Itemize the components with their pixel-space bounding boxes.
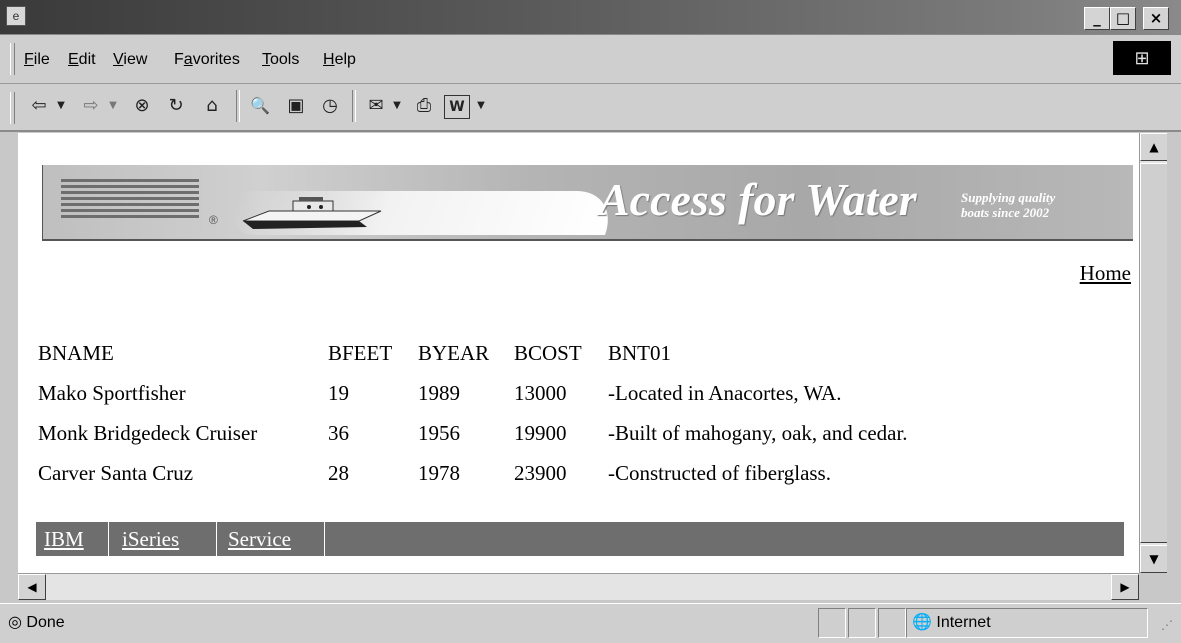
history-icon[interactable]: ◷ — [316, 92, 344, 120]
home-icon[interactable]: ⌂ — [198, 92, 226, 120]
table-cell: 19900 — [514, 420, 567, 445]
table-cell: 23900 — [514, 460, 567, 485]
scroll-left-icon[interactable]: ◀ — [18, 574, 46, 600]
toolbar-grip — [10, 92, 15, 124]
ie-page-icon: e — [6, 6, 26, 26]
menu-grip — [10, 43, 15, 75]
footer-separator — [108, 522, 109, 556]
table-cell: 1956 — [418, 420, 460, 445]
table-cell: -Built of mahogany, oak, and cedar. — [608, 420, 908, 445]
stop-icon[interactable]: ⊗ — [128, 92, 156, 120]
back-dropdown-icon[interactable]: ▼ — [54, 92, 68, 120]
table-cell: 19 — [328, 380, 349, 405]
title-bar: e _ □ × — [0, 0, 1181, 35]
header-banner: ® Access for Water Supplying quality boa… — [42, 165, 1133, 241]
footer-nav-bar: IBM iSeries Service — [36, 522, 1124, 556]
menu-help[interactable]: Help — [323, 51, 356, 69]
page-status-icon: ◎ — [8, 614, 22, 631]
menu-bar: File Edit View Favorites Tools Help ⊞ — [0, 35, 1181, 84]
status-cell — [878, 608, 906, 638]
windows-logo-icon: ⊞ — [1113, 41, 1171, 75]
boats-table: BNAME BFEET BYEAR BCOST BNT01 Mako Sport… — [38, 333, 912, 493]
menu-file[interactable]: File — [24, 51, 50, 69]
security-zone: 🌐 Internet — [912, 614, 991, 631]
status-cell — [818, 608, 846, 638]
site-tagline: Supplying quality boats since 2002 — [961, 190, 1055, 220]
menu-edit[interactable]: Edit — [68, 51, 96, 69]
scroll-down-icon[interactable]: ▼ — [1140, 545, 1168, 573]
registered-mark-icon: ® — [209, 213, 218, 227]
tagline-line-1: Supplying quality — [961, 190, 1056, 205]
scroll-up-icon[interactable]: ▲ — [1140, 133, 1168, 161]
table-row: Mako Sportfisher 19 1989 13000 -Located … — [38, 373, 912, 413]
print-icon[interactable]: ⎙ — [410, 92, 438, 120]
right-frame — [1167, 133, 1181, 599]
table-row: Monk Bridgedeck Cruiser 36 1956 19900 -B… — [38, 413, 912, 453]
edit-word-icon[interactable]: W — [444, 95, 470, 119]
column-header: BYEAR — [418, 340, 490, 365]
ibm-logo — [61, 179, 201, 225]
footer-link-iseries[interactable]: iSeries — [122, 527, 179, 552]
footer-link-ibm[interactable]: IBM — [44, 527, 84, 552]
footer-separator — [324, 522, 325, 556]
close-button[interactable]: × — [1143, 7, 1169, 30]
menu-favorites[interactable]: Favorites — [174, 51, 240, 69]
tagline-line-2: boats since 2002 — [961, 205, 1050, 220]
column-header: BFEET — [328, 340, 393, 365]
table-cell: 13000 — [514, 380, 567, 405]
left-frame — [0, 132, 18, 574]
vertical-scroll-thumb[interactable] — [1140, 163, 1168, 543]
table-cell: 1989 — [418, 380, 460, 405]
table-row: Carver Santa Cruz 28 1978 23900 -Constru… — [38, 453, 912, 493]
table-cell: 36 — [328, 420, 349, 445]
maximize-button[interactable]: □ — [1110, 7, 1136, 30]
column-header: BNT01 — [608, 340, 671, 365]
table-header-row: BNAME BFEET BYEAR BCOST BNT01 — [38, 333, 912, 373]
menu-view[interactable]: View — [113, 51, 147, 69]
table-cell: Carver Santa Cruz — [38, 460, 194, 485]
mail-icon[interactable]: ✉ — [362, 92, 390, 120]
table-cell: 28 — [328, 460, 349, 485]
forward-icon[interactable]: ⇨ — [76, 92, 106, 120]
table-cell: 1978 — [418, 460, 460, 485]
footer-separator — [216, 522, 217, 556]
vertical-scrollbar[interactable]: ▲ ▼ — [1139, 133, 1168, 573]
footer-link-service[interactable]: Service — [228, 527, 291, 552]
search-icon[interactable]: 🔍 — [246, 92, 274, 120]
toolbar-separator — [236, 90, 240, 122]
column-header: BCOST — [514, 340, 582, 365]
status-text: ◎ Done — [8, 614, 65, 631]
scroll-right-icon[interactable]: ▶ — [1111, 574, 1139, 600]
forward-dropdown-icon[interactable]: ▼ — [106, 92, 120, 120]
toolbar: ⇦ ▼ ⇨ ▼ ⊗ ↻ ⌂ 🔍 ▣ ◷ ✉ ▼ ⎙ W ▼ — [0, 84, 1181, 132]
horizontal-scrollbar[interactable]: ◀ ▶ — [18, 573, 1139, 600]
column-header: BNAME — [38, 340, 114, 365]
edit-dropdown-icon[interactable]: ▼ — [474, 92, 488, 120]
scrollbar-corner — [1139, 573, 1167, 599]
page-viewport: ® Access for Water Supplying quality boa… — [18, 133, 1139, 573]
resize-grip-icon[interactable]: ⋰ — [1161, 618, 1173, 632]
mail-dropdown-icon[interactable]: ▼ — [390, 92, 404, 120]
minimize-button[interactable]: _ — [1084, 7, 1110, 30]
back-icon[interactable]: ⇦ — [24, 92, 54, 120]
refresh-icon[interactable]: ↻ — [162, 92, 190, 120]
status-bar: ◎ Done 🌐 Internet ⋰ — [0, 603, 1181, 643]
home-link[interactable]: Home — [1080, 261, 1131, 286]
table-cell: Monk Bridgedeck Cruiser — [38, 420, 258, 445]
boat-image — [242, 197, 382, 229]
table-cell: -Constructed of fiberglass. — [608, 460, 831, 485]
table-cell: -Located in Anacortes, WA. — [608, 380, 842, 405]
globe-icon: 🌐 — [912, 614, 932, 631]
toolbar-separator — [352, 90, 356, 122]
status-cell — [848, 608, 876, 638]
menu-tools[interactable]: Tools — [262, 51, 299, 69]
table-cell: Mako Sportfisher — [38, 380, 186, 405]
site-title: Access for Water — [599, 174, 917, 225]
favorites-icon[interactable]: ▣ — [282, 92, 310, 120]
